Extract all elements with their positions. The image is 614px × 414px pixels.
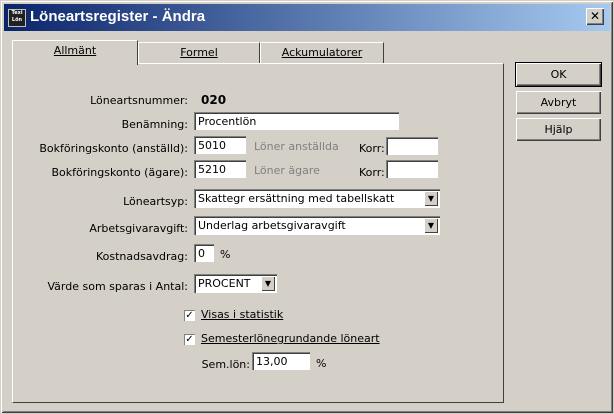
kostnadsavdrag-input[interactable]: 0	[194, 244, 214, 262]
close-icon[interactable]: ✕	[586, 8, 604, 25]
bokf-agare-label: Bokföringskonto (ägare):	[51, 166, 188, 179]
app-icon: Texi Lön	[8, 9, 26, 27]
varde-value: PROCENT	[198, 277, 251, 290]
loneartsyp-label: Löneartsyp:	[123, 195, 188, 208]
tab-ackumulatorer-label: Ackumulatorer	[281, 46, 363, 59]
semlon-percent: %	[316, 357, 327, 370]
kostnadsavdrag-percent: %	[220, 248, 231, 261]
varde-label: Värde som sparas i Antal:	[47, 280, 188, 293]
window-title: Löneartsregister - Ändra	[30, 8, 206, 25]
help-button[interactable]: Hjälp	[516, 118, 601, 141]
loneartsnummer-label: Löneartsnummer:	[90, 94, 188, 107]
app-icon-text-top: Texi	[11, 10, 23, 16]
bokf-anstalld-desc: Löner anställda	[254, 140, 339, 153]
bokf-anstalld-label: Bokföringskonto (anställd):	[39, 142, 188, 155]
loneartsnummer-value: 020	[201, 93, 227, 107]
korr1-label: Korr:	[359, 142, 385, 155]
tab-allmant[interactable]: Allmänt	[12, 40, 138, 65]
tab-ackumulatorer[interactable]: Ackumulatorer	[260, 42, 384, 64]
cancel-button[interactable]: Avbryt	[516, 91, 601, 114]
varde-select[interactable]: PROCENT ▼	[194, 274, 277, 293]
benamning-input[interactable]: Procentlön	[194, 112, 399, 130]
arbetsgivaravgift-label: Arbetsgivaravgift:	[89, 222, 188, 235]
tab-formel[interactable]: Formel	[138, 42, 260, 64]
benamning-label: Benämning:	[121, 118, 188, 131]
semlon-input[interactable]: 13,00	[252, 352, 310, 370]
semester-checkbox[interactable]: ✓	[184, 334, 195, 345]
arbetsgivaravgift-value: Underlag arbetsgivaravgift	[198, 219, 346, 232]
arbetsgivaravgift-select[interactable]: Underlag arbetsgivaravgift ▼	[194, 216, 440, 235]
loneartsyp-select[interactable]: Skattegr ersättning med tabellskatt ▼	[194, 189, 440, 208]
korr2-input[interactable]	[386, 160, 438, 178]
tab-formel-label: Formel	[180, 46, 218, 59]
chevron-down-icon[interactable]: ▼	[424, 191, 438, 206]
dialog-window: Texi Lön Löneartsregister - Ändra ✕ Allmä…	[0, 0, 614, 414]
title-bar: Texi Lön Löneartsregister - Ändra ✕	[4, 4, 610, 31]
tab-allmant-label: Allmänt	[53, 44, 97, 57]
bokf-agare-input[interactable]: 5210	[194, 160, 246, 178]
semlon-label: Sem.lön:	[201, 358, 250, 371]
loneartsyp-value: Skattegr ersättning med tabellskatt	[198, 192, 395, 205]
chevron-down-icon[interactable]: ▼	[424, 218, 438, 233]
korr2-label: Korr:	[359, 166, 385, 179]
app-icon-text-bottom: Lön	[11, 17, 23, 23]
semester-label: Semesterlönegrundande löneart	[201, 332, 380, 345]
bokf-agare-desc: Löner ägare	[254, 164, 320, 177]
chevron-down-icon[interactable]: ▼	[261, 276, 275, 291]
bokf-anstalld-input[interactable]: 5010	[194, 136, 246, 154]
tab-panel-allmant: Löneartsnummer: 020 Benämning: Procentlö…	[12, 63, 504, 403]
visas-label: Visas i statistik	[201, 308, 284, 321]
ok-button[interactable]: OK	[515, 62, 602, 87]
kostnadsavdrag-label: Kostnadsavdrag:	[95, 250, 188, 263]
korr1-input[interactable]	[386, 137, 438, 155]
visas-checkbox[interactable]: ✓	[184, 310, 195, 321]
